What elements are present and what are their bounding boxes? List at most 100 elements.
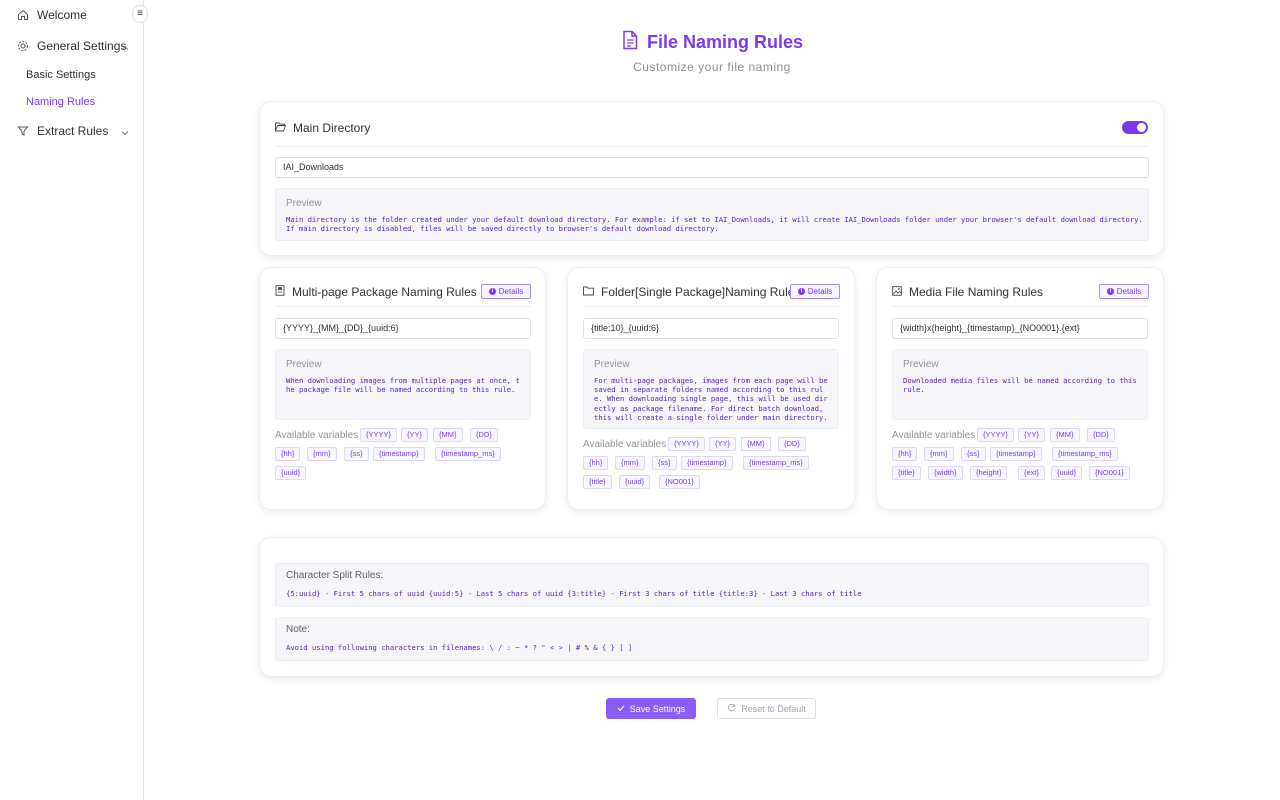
preview-box: Preview Downloaded media files will be n… <box>892 349 1148 420</box>
variable-tag[interactable]: {NO001} <box>659 475 700 489</box>
variable-tag[interactable]: {height} <box>970 466 1008 480</box>
page-header: File Naming Rules <box>144 30 1280 55</box>
variable-tag[interactable]: {MM} <box>741 437 771 451</box>
main-directory-toggle[interactable] <box>1122 121 1148 134</box>
variable-tag[interactable]: {uuid} <box>619 475 651 489</box>
variable-tag[interactable]: {mm} <box>615 456 645 470</box>
variable-tag[interactable]: {title} <box>583 475 612 489</box>
reset-label: Reset to Default <box>741 703 806 714</box>
media-rule-input[interactable]: {width}x{height}_{timestamp}_{NO0001}.{e… <box>892 318 1148 339</box>
save-settings-button[interactable]: Save Settings <box>606 698 696 719</box>
variable-tag[interactable]: {YY} <box>709 437 737 451</box>
divider <box>275 306 531 307</box>
sidebar-item-label: Welcome <box>37 8 87 22</box>
available-variables-label: Available variables <box>583 439 667 450</box>
preview-text: For multi-page packages, images from eac… <box>594 376 828 422</box>
package-icon <box>275 285 285 299</box>
multi-page-rule-input[interactable]: {YYYY}_{MM}_{DD}_{uuid:6} <box>275 318 531 339</box>
sidebar-item-general-settings[interactable]: General Settings <box>0 32 143 60</box>
refresh-icon <box>727 703 736 714</box>
main-directory-card: Main Directory IAI_Downloads Preview Mai… <box>259 101 1164 256</box>
variable-tag[interactable]: {timestamp_ms} <box>743 456 809 470</box>
page-title: File Naming Rules <box>646 32 804 52</box>
preview-text: Downloaded media files will be named acc… <box>903 376 1137 395</box>
preview-label: Preview <box>286 359 322 370</box>
variable-tag[interactable]: {title} <box>892 466 921 480</box>
variable-tag[interactable]: {YYYY} <box>668 437 706 451</box>
variable-tag[interactable]: {MM} <box>1050 428 1080 442</box>
variable-tag[interactable]: {YYYY} <box>977 428 1015 442</box>
variable-tag[interactable]: {DD} <box>470 428 498 442</box>
preview-box: Preview Main directory is the folder cre… <box>275 188 1149 241</box>
variable-tag[interactable]: {timestamp} <box>681 456 733 470</box>
preview-box: Preview For multi-page packages, images … <box>583 349 839 429</box>
media-file-rules-card: Media File Naming Rules i Details {width… <box>876 267 1164 510</box>
card-header: Main Directory <box>275 121 370 135</box>
variable-tag[interactable]: {timestamp_ms} <box>1052 447 1118 461</box>
available-variables-label: Available variables <box>275 430 359 441</box>
save-label: Save Settings <box>629 703 686 714</box>
variable-tag[interactable]: {DD} <box>1087 428 1115 442</box>
multi-page-package-rules-card: Multi-page Package Naming Rules i Detail… <box>259 267 546 510</box>
sidebar-item-welcome[interactable]: Welcome <box>0 1 143 29</box>
details-button[interactable]: i Details <box>790 284 840 299</box>
variable-tag[interactable]: {hh} <box>583 456 609 470</box>
sidebar-item-naming-rules[interactable]: Naming Rules <box>26 96 95 108</box>
sidebar-item-label: General Settings <box>37 39 127 53</box>
variable-tag[interactable]: {YYYY} <box>360 428 398 442</box>
sidebar-item-extract-rules[interactable]: Extract Rules <box>0 117 143 145</box>
preview-text: When downloading images from multiple pa… <box>286 376 520 395</box>
variable-tag[interactable]: {hh} <box>892 447 918 461</box>
details-button[interactable]: i Details <box>481 284 531 299</box>
folder-single-package-rules-card: Folder[Single Package]Naming Rules i Det… <box>567 267 855 510</box>
document-icon <box>621 30 639 55</box>
variable-tag[interactable]: {MM} <box>433 428 463 442</box>
chevron-down-icon <box>121 126 129 140</box>
variable-tag[interactable]: {YY} <box>401 428 429 442</box>
variable-tag[interactable]: {uuid} <box>1051 466 1083 480</box>
note-text: Avoid using following characters in file… <box>286 643 633 652</box>
variable-tag[interactable]: {mm} <box>307 447 337 461</box>
image-icon <box>892 285 902 299</box>
preview-box: Preview When downloading images from mul… <box>275 349 531 420</box>
sidebar-item-label: Extract Rules <box>37 124 109 138</box>
card-title: Main Directory <box>293 121 371 135</box>
variable-tag[interactable]: {NO001} <box>1089 466 1130 480</box>
details-label: Details <box>807 287 833 296</box>
variable-tag[interactable]: {mm} <box>924 447 954 461</box>
main-content: File Naming Rules Customize your file na… <box>144 0 1280 800</box>
preview-text: Main directory is the folder created und… <box>286 215 1143 234</box>
split-rules-text: {5:uuid} - First 5 chars of uuid {uuid:5… <box>286 589 862 598</box>
variable-tag[interactable]: {timestamp} <box>990 447 1042 461</box>
variable-tag[interactable]: {YY} <box>1018 428 1046 442</box>
variable-tag[interactable]: {timestamp} <box>373 447 425 461</box>
folder-rule-input[interactable]: {title:10}_{uuid:6} <box>583 318 839 339</box>
main-directory-input[interactable]: IAI_Downloads <box>275 157 1149 178</box>
variable-tag[interactable]: {width} <box>928 466 963 480</box>
reset-to-default-button[interactable]: Reset to Default <box>717 698 816 719</box>
divider <box>892 306 1148 307</box>
folder-open-icon <box>275 121 287 135</box>
preview-label: Preview <box>903 359 939 370</box>
split-rules-box: Character Split Rules: {5:uuid} - First … <box>275 563 1149 607</box>
variable-tag[interactable]: {ext} <box>1018 466 1046 480</box>
filter-icon <box>15 123 31 139</box>
preview-label: Preview <box>286 198 322 209</box>
details-button[interactable]: i Details <box>1099 284 1149 299</box>
variable-tag[interactable]: {ss} <box>344 447 369 461</box>
card-title: Media File Naming Rules <box>909 285 1044 299</box>
variable-tag[interactable]: {ss} <box>652 456 677 470</box>
split-rules-label: Character Split Rules: <box>286 570 384 581</box>
divider <box>583 306 839 307</box>
chevron-up-icon <box>121 41 129 55</box>
card-title: Multi-page Package Naming Rules <box>292 285 477 299</box>
sidebar-item-basic-settings[interactable]: Basic Settings <box>26 69 96 81</box>
folder-icon <box>583 285 594 299</box>
variable-tag[interactable]: {ss} <box>961 447 986 461</box>
variable-tag[interactable]: {timestamp_ms} <box>435 447 501 461</box>
card-header: Folder[Single Package]Naming Rules <box>583 285 800 299</box>
page-subtitle: Customize your file naming <box>633 60 791 74</box>
variable-tag[interactable]: {hh} <box>275 447 301 461</box>
variable-tag[interactable]: {DD} <box>778 437 806 451</box>
variable-tag[interactable]: {uuid} <box>275 466 307 480</box>
